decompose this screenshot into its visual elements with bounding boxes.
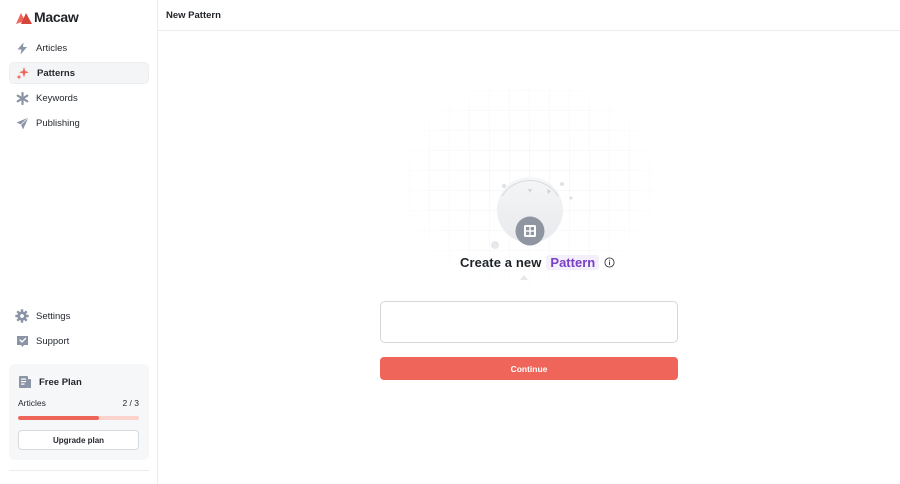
sidebar-item-label: Support — [36, 335, 70, 347]
sparkles-icon — [16, 66, 30, 80]
sidebar-item-support[interactable]: Support — [9, 330, 149, 352]
sidebar-item-label: Articles — [36, 42, 68, 54]
pattern-input[interactable] — [380, 301, 678, 343]
sidebar-item-label: Patterns — [37, 67, 76, 79]
plan-title: Free Plan — [39, 377, 82, 388]
app-name: Macaw — [34, 9, 79, 25]
sidebar-item-publishing[interactable]: Publishing — [9, 112, 149, 134]
bolt-icon — [15, 41, 29, 55]
sidebar-item-label: Settings — [36, 310, 71, 322]
create-heading: Create a new Pattern — [460, 254, 615, 271]
heading-accent: Pattern — [546, 255, 600, 270]
info-icon[interactable] — [604, 257, 615, 268]
macaw-logo-icon — [16, 12, 32, 24]
plan-card: Free Plan Articles 2 / 3 Upgrade plan — [9, 364, 149, 460]
plan-icon — [18, 375, 32, 389]
plan-usage-count: 2 / 3 — [122, 398, 139, 408]
sidebar-item-keywords[interactable]: Keywords — [9, 87, 149, 109]
app-logo[interactable]: Macaw — [16, 9, 79, 25]
pattern-grid-icon — [515, 216, 545, 246]
upgrade-plan-button[interactable]: Upgrade plan — [18, 430, 139, 450]
support-icon — [15, 334, 29, 348]
plan-usage-label: Articles — [18, 398, 46, 408]
gear-icon — [15, 309, 29, 323]
sidebar-item-label: Publishing — [36, 117, 80, 129]
continue-button[interactable]: Continue — [380, 357, 678, 380]
send-icon — [15, 116, 29, 130]
sidebar-divider — [9, 470, 149, 471]
asterisk-icon — [15, 91, 29, 105]
sidebar-item-patterns[interactable]: Patterns — [9, 62, 149, 84]
plan-usage-bar-fill — [18, 416, 100, 420]
page-header: New Pattern — [158, 0, 900, 31]
page-title: New Pattern — [166, 10, 221, 21]
sidebar: Macaw Articles Patterns Keywords Publish… — [0, 0, 158, 484]
sidebar-item-articles[interactable]: Articles — [9, 37, 149, 59]
heading-text: Create a new — [460, 255, 542, 270]
sidebar-item-settings[interactable]: Settings — [9, 305, 149, 327]
plan-usage-bar — [18, 416, 139, 420]
sidebar-item-label: Keywords — [36, 92, 78, 104]
